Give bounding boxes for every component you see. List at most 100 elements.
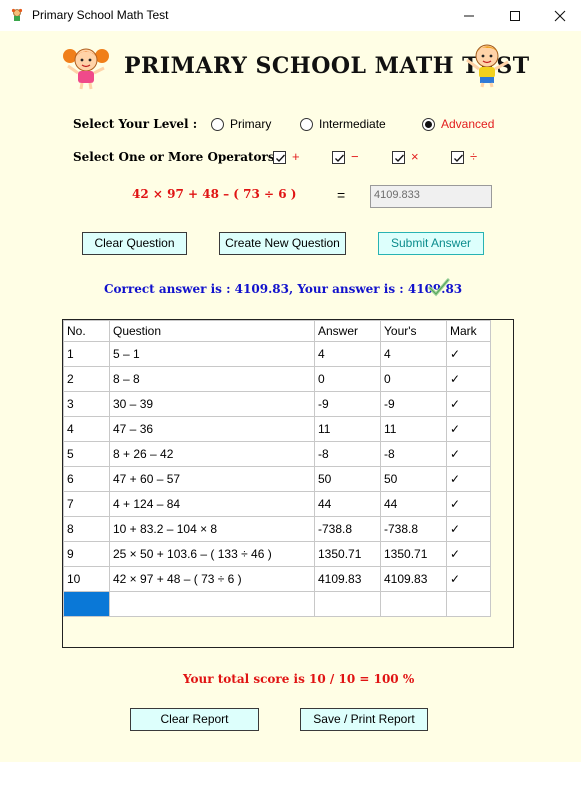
column-header[interactable]: Mark: [446, 320, 491, 342]
row-number: 10: [63, 566, 110, 592]
table-header-row: No. Question Answer Your's Mark: [63, 320, 491, 342]
answer-input[interactable]: 4109.833: [370, 185, 492, 208]
row-mark: ✓: [446, 416, 491, 442]
row-question: 5 – 1: [109, 341, 315, 367]
clear-report-button[interactable]: Clear Report: [130, 708, 259, 731]
row-number: 9: [63, 541, 110, 567]
level-intermediate-radio[interactable]: [300, 118, 313, 131]
row-number: 7: [63, 491, 110, 517]
window-title: Primary School Math Test: [32, 8, 169, 22]
empty-cell[interactable]: [314, 591, 381, 617]
empty-cell[interactable]: [380, 591, 447, 617]
row-mark: ✓: [446, 341, 491, 367]
row-question: 4 + 124 – 84: [109, 491, 315, 517]
level-label: Select Your Level :: [73, 117, 198, 131]
row-your-answer: 50: [380, 466, 447, 492]
girl-mascot-icon: [62, 42, 110, 93]
maximize-icon: [510, 10, 520, 21]
table-row[interactable]: 9 25 × 50 + 103.6 – ( 133 ÷ 46 ) 1350.71…: [63, 541, 491, 567]
table-row[interactable]: 4 47 – 36 11 11 ✓: [63, 416, 491, 442]
level-advanced-radio[interactable]: [422, 118, 435, 131]
total-score: Your total score is 10 / 10 = 100 %: [183, 672, 415, 686]
row-number: 2: [63, 366, 110, 392]
operator-multiply-label[interactable]: ×: [411, 149, 419, 164]
row-answer: 11: [314, 416, 381, 442]
table-row[interactable]: 2 8 – 8 0 0 ✓: [63, 366, 491, 392]
level-primary-label[interactable]: Primary: [230, 117, 271, 131]
row-answer: 44: [314, 491, 381, 517]
title-bar: Primary School Math Test: [0, 0, 581, 31]
row-question: 8 – 8: [109, 366, 315, 392]
minimize-icon: [464, 15, 474, 16]
column-header[interactable]: No.: [63, 320, 110, 342]
row-your-answer: 11: [380, 416, 447, 442]
column-header[interactable]: Answer: [314, 320, 381, 342]
table-row[interactable]: 7 4 + 124 – 84 44 44 ✓: [63, 491, 491, 517]
save-print-report-button[interactable]: Save / Print Report: [300, 708, 428, 731]
row-number: 5: [63, 441, 110, 467]
operators-label: Select One or More Operators :: [73, 150, 284, 164]
equals-sign: =: [337, 187, 346, 203]
row-answer: 1350.71: [314, 541, 381, 567]
operator-plus-checkbox[interactable]: [273, 151, 286, 164]
close-icon: [554, 10, 566, 21]
checkmark-icon: [276, 154, 285, 162]
selected-cell[interactable]: [63, 591, 110, 617]
row-answer: -8: [314, 441, 381, 467]
checkmark-icon: [335, 154, 344, 162]
operator-multiply-checkbox[interactable]: [392, 151, 405, 164]
level-advanced-label[interactable]: Advanced: [441, 117, 494, 131]
report-grid[interactable]: No. Question Answer Your's Mark 1 5 – 1 …: [62, 319, 514, 648]
operator-plus-label[interactable]: +: [292, 149, 300, 164]
row-your-answer: 0: [380, 366, 447, 392]
row-mark: ✓: [446, 466, 491, 492]
operator-divide-checkbox[interactable]: [451, 151, 464, 164]
clear-question-button[interactable]: Clear Question: [82, 232, 187, 255]
row-mark: ✓: [446, 541, 491, 567]
row-mark: ✓: [446, 566, 491, 592]
row-mark: ✓: [446, 391, 491, 417]
table-row[interactable]: 6 47 + 60 – 57 50 50 ✓: [63, 466, 491, 492]
row-answer: 4109.83: [314, 566, 381, 592]
row-your-answer: -9: [380, 391, 447, 417]
row-answer: -9: [314, 391, 381, 417]
create-new-question-button[interactable]: Create New Question: [219, 232, 346, 255]
row-answer: 4: [314, 341, 381, 367]
row-mark: ✓: [446, 516, 491, 542]
table-row[interactable]: 10 42 × 97 + 48 – ( 73 ÷ 6 ) 4109.83 410…: [63, 566, 491, 592]
table-row[interactable]: 3 30 – 39 -9 -9 ✓: [63, 391, 491, 417]
operator-divide-label[interactable]: ÷: [470, 149, 477, 164]
row-answer: 0: [314, 366, 381, 392]
row-your-answer: -8: [380, 441, 447, 467]
row-question: 47 – 36: [109, 416, 315, 442]
row-mark: ✓: [446, 491, 491, 517]
maximize-button[interactable]: [492, 0, 538, 31]
close-button[interactable]: [537, 0, 581, 31]
empty-cell[interactable]: [446, 591, 491, 617]
table-row[interactable]: 5 8 + 26 – 42 -8 -8 ✓: [63, 441, 491, 467]
row-question: 25 × 50 + 103.6 – ( 133 ÷ 46 ): [109, 541, 315, 567]
new-row[interactable]: [63, 591, 491, 617]
column-header[interactable]: Question: [109, 320, 315, 342]
level-primary-radio[interactable]: [211, 118, 224, 131]
question-text: 42 × 97 + 48 – ( 73 ÷ 6 ): [132, 187, 297, 201]
table-row[interactable]: 8 10 + 83.2 – 104 × 8 -738.8 -738.8 ✓: [63, 516, 491, 542]
table-row[interactable]: 1 5 – 1 4 4 ✓: [63, 341, 491, 367]
empty-cell[interactable]: [109, 591, 315, 617]
operator-minus-label[interactable]: −: [351, 149, 359, 164]
operator-minus-checkbox[interactable]: [332, 151, 345, 164]
submit-answer-button[interactable]: Submit Answer: [378, 232, 484, 255]
answer-feedback: Correct answer is : 4109.83, Your answer…: [104, 282, 463, 296]
row-mark: ✓: [446, 366, 491, 392]
boy-mascot-icon: [462, 40, 512, 91]
checkmark-icon: [395, 154, 404, 162]
row-question: 30 – 39: [109, 391, 315, 417]
level-intermediate-label[interactable]: Intermediate: [319, 117, 386, 131]
row-question: 8 + 26 – 42: [109, 441, 315, 467]
row-your-answer: -738.8: [380, 516, 447, 542]
row-number: 4: [63, 416, 110, 442]
report-table: No. Question Answer Your's Mark 1 5 – 1 …: [63, 320, 491, 617]
minimize-button[interactable]: [446, 0, 492, 31]
column-header[interactable]: Your's: [380, 320, 447, 342]
row-number: 1: [63, 341, 110, 367]
